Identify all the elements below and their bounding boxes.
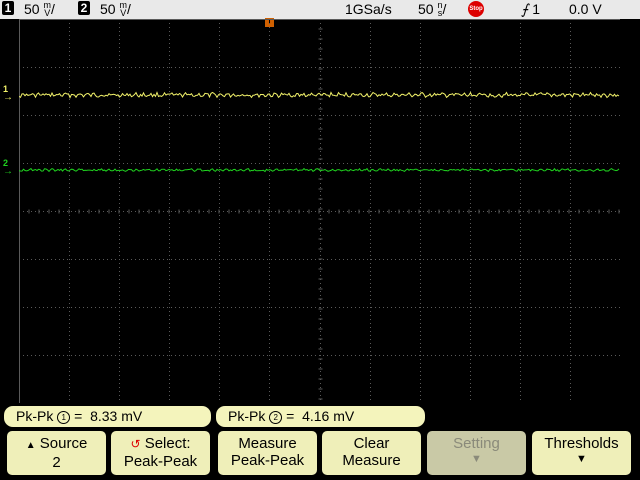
trigger-source: 1 <box>532 1 540 17</box>
trigger-edge-icon: ⨍ <box>521 1 529 17</box>
measurement-1-label: Pk-Pk <box>16 408 54 424</box>
trigger-info: ⨍ 1 <box>521 1 540 18</box>
select-softkey-value: Peak-Peak <box>123 453 198 470</box>
measurement-2: Pk-Pk 2 = 4.16 mV <box>216 406 425 427</box>
clear-measure-softkey[interactable]: Clear Measure <box>322 431 421 475</box>
clear-measure-label-1: Clear <box>353 435 390 452</box>
timebase-unit: ns <box>437 0 443 18</box>
entry-knob-icon: ↺ <box>130 437 141 451</box>
ch2-scale-unit: mV <box>119 0 127 18</box>
thresholds-softkey[interactable]: Thresholds ▼ <box>532 431 631 475</box>
ch2-badge: 2 <box>78 1 90 15</box>
ch2-scale: 50 m V / <box>100 0 131 18</box>
ch1-scale: 50 m V / <box>24 0 55 18</box>
waveform-display <box>19 19 620 403</box>
source-softkey-value: 2 <box>52 454 61 471</box>
status-bar: 1 50 m V/ 2 50 m V/ 1GSa/s 50 n s / Stop ⨍ 1… <box>0 0 640 19</box>
ch1-trace <box>19 91 620 99</box>
measurement-1-channel: 1 <box>57 411 71 424</box>
measurement-1-value: 8.33 mV <box>90 408 143 424</box>
ch1-scale-unit: mV <box>43 0 51 18</box>
measurement-1: Pk-Pk 1 = 8.33 mV <box>4 406 211 427</box>
timebase: 50 n s / <box>418 0 447 18</box>
sample-rate: 1GSa/s <box>345 1 392 17</box>
ch1-badge: 1 <box>2 1 14 15</box>
ch1-offset-marker[interactable]: 1 → <box>3 85 13 103</box>
submenu-down-arrow-icon: ▼ <box>471 453 482 465</box>
measurement-2-value: 4.16 mV <box>302 408 355 424</box>
setting-softkey-label: Setting <box>453 435 500 452</box>
timebase-value: 50 <box>418 1 434 17</box>
select-softkey[interactable]: ↺ Select: Peak-Peak <box>111 431 210 475</box>
source-softkey[interactable]: ▲ Source 2 <box>7 431 106 475</box>
select-softkey-label: Select: <box>144 435 191 452</box>
measure-softkey-label: Measure <box>238 435 297 452</box>
submenu-down-arrow-icon: ▼ <box>576 453 587 465</box>
measure-softkey-value: Peak-Peak <box>230 452 305 469</box>
ch2-offset-marker[interactable]: 2 → <box>3 159 13 177</box>
measure-softkey[interactable]: Measure Peak-Peak <box>218 431 317 475</box>
ch2-scale-value: 50 <box>100 1 116 17</box>
measurement-2-channel: 2 <box>269 411 283 424</box>
stop-icon: Stop <box>468 1 484 17</box>
thresholds-softkey-label: Thresholds <box>544 435 619 452</box>
source-softkey-label: Source <box>39 435 88 452</box>
measurement-2-label: Pk-Pk <box>228 408 266 424</box>
ch1-scale-value: 50 <box>24 1 40 17</box>
rotate-knob-up-icon: ▲ <box>25 440 36 451</box>
graticule <box>19 19 620 403</box>
setting-softkey[interactable]: Setting ▼ <box>427 431 526 475</box>
trigger-level: 0.0 V <box>569 1 602 17</box>
clear-measure-label-2: Measure <box>342 452 401 469</box>
